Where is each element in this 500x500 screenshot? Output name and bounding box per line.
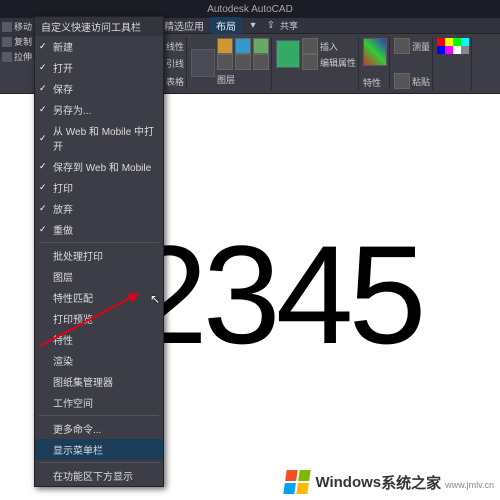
menu-item-15[interactable]: 图纸集管理器 xyxy=(35,371,163,392)
insert-big-icon[interactable] xyxy=(276,40,300,68)
layeroff-icon[interactable] xyxy=(235,54,251,70)
menu-item-8[interactable]: 重做 xyxy=(35,219,163,240)
cursor-icon: ↖ xyxy=(150,292,160,306)
menu-separator xyxy=(39,415,159,416)
layer-big-icon[interactable] xyxy=(191,49,215,77)
drawing-text: 2345 xyxy=(130,214,421,376)
menu-item-7[interactable]: 放弃 xyxy=(35,198,163,219)
layout-button[interactable]: 布局 xyxy=(210,17,242,34)
left-tools-fragment: 移动 复制 拉伸 xyxy=(0,18,36,58)
menu-apps[interactable]: 精选应用 xyxy=(164,18,204,33)
ribbon-props: 特性 xyxy=(361,37,390,90)
quick-access-customize-menu: 自定义快速访问工具栏 新建打开保存另存为...从 Web 和 Mobile 中打… xyxy=(34,16,164,487)
paste-icon[interactable] xyxy=(394,73,410,89)
props-icon[interactable] xyxy=(363,38,387,66)
menu-item-14[interactable]: 渲染 xyxy=(35,350,163,371)
move-icon xyxy=(2,22,12,32)
menu-separator xyxy=(39,462,159,463)
menu-item-17[interactable]: 更多命令... xyxy=(35,418,163,439)
app-title: Autodesk AutoCAD xyxy=(207,4,293,15)
watermark-url: www.jmlv.cn xyxy=(445,480,494,490)
menu-item-2[interactable]: 保存 xyxy=(35,78,163,99)
dropdown-arrow-icon[interactable]: ▾ xyxy=(246,20,260,32)
copy-tool[interactable]: 复制 xyxy=(2,35,34,48)
copy-icon xyxy=(2,37,12,47)
freeze-icon[interactable] xyxy=(235,38,251,54)
menu-item-16[interactable]: 工作空间 xyxy=(35,392,163,413)
edit-icon[interactable] xyxy=(302,54,318,70)
layeriso-icon[interactable] xyxy=(217,54,233,70)
create-icon[interactable] xyxy=(302,38,318,54)
stretch-icon xyxy=(2,52,12,62)
ribbon-layers: 图层 xyxy=(189,37,272,90)
stretch-tool[interactable]: 拉伸 xyxy=(2,50,34,63)
menu-item-5[interactable]: 保存到 Web 和 Mobile xyxy=(35,156,163,177)
share-icon[interactable]: ⇪ xyxy=(264,20,278,32)
menu-item-1[interactable]: 打开 xyxy=(35,57,163,78)
app-window: Autodesk AutoCAD 视图 精选应用 布局 ▾ ⇪ 共享 移动 复制… xyxy=(0,0,500,500)
menu-item-18[interactable]: 显示菜单栏 xyxy=(35,439,163,460)
menu-item-11[interactable]: 特性匹配 xyxy=(35,287,163,308)
menu-item-9[interactable]: 批处理打印 xyxy=(35,245,163,266)
ribbon-block: 插入 编辑属性 xyxy=(274,37,359,90)
menu-item-19[interactable]: 在功能区下方显示 xyxy=(35,465,163,486)
menu-item-4[interactable]: 从 Web 和 Mobile 中打开 xyxy=(35,120,163,156)
ribbon-utils: 测量 粘贴 xyxy=(392,37,433,90)
menu-item-3[interactable]: 另存为... xyxy=(35,99,163,120)
watermark-tag: 系统之家 xyxy=(381,472,441,493)
ribbon-colors xyxy=(435,37,472,90)
menu-separator xyxy=(39,242,159,243)
lock-icon[interactable] xyxy=(253,38,269,54)
menu-item-0[interactable]: 新建 xyxy=(35,36,163,57)
layer-icon[interactable] xyxy=(217,38,233,54)
windows-logo-icon xyxy=(284,470,311,494)
menu-header: 自定义快速访问工具栏 xyxy=(35,17,163,36)
watermark-brand: Windows xyxy=(315,474,381,491)
watermark: Windows 系统之家 www.jmlv.cn xyxy=(285,470,494,494)
menu-item-10[interactable]: 图层 xyxy=(35,266,163,287)
menu-item-6[interactable]: 打印 xyxy=(35,177,163,198)
share-label[interactable]: 共享 xyxy=(280,19,298,32)
move-tool[interactable]: 移动 xyxy=(2,20,34,33)
measure-icon[interactable] xyxy=(394,38,410,54)
menu-item-12[interactable]: 打印预览 xyxy=(35,308,163,329)
color-swatches[interactable] xyxy=(437,38,469,54)
laymatch-icon[interactable] xyxy=(253,54,269,70)
